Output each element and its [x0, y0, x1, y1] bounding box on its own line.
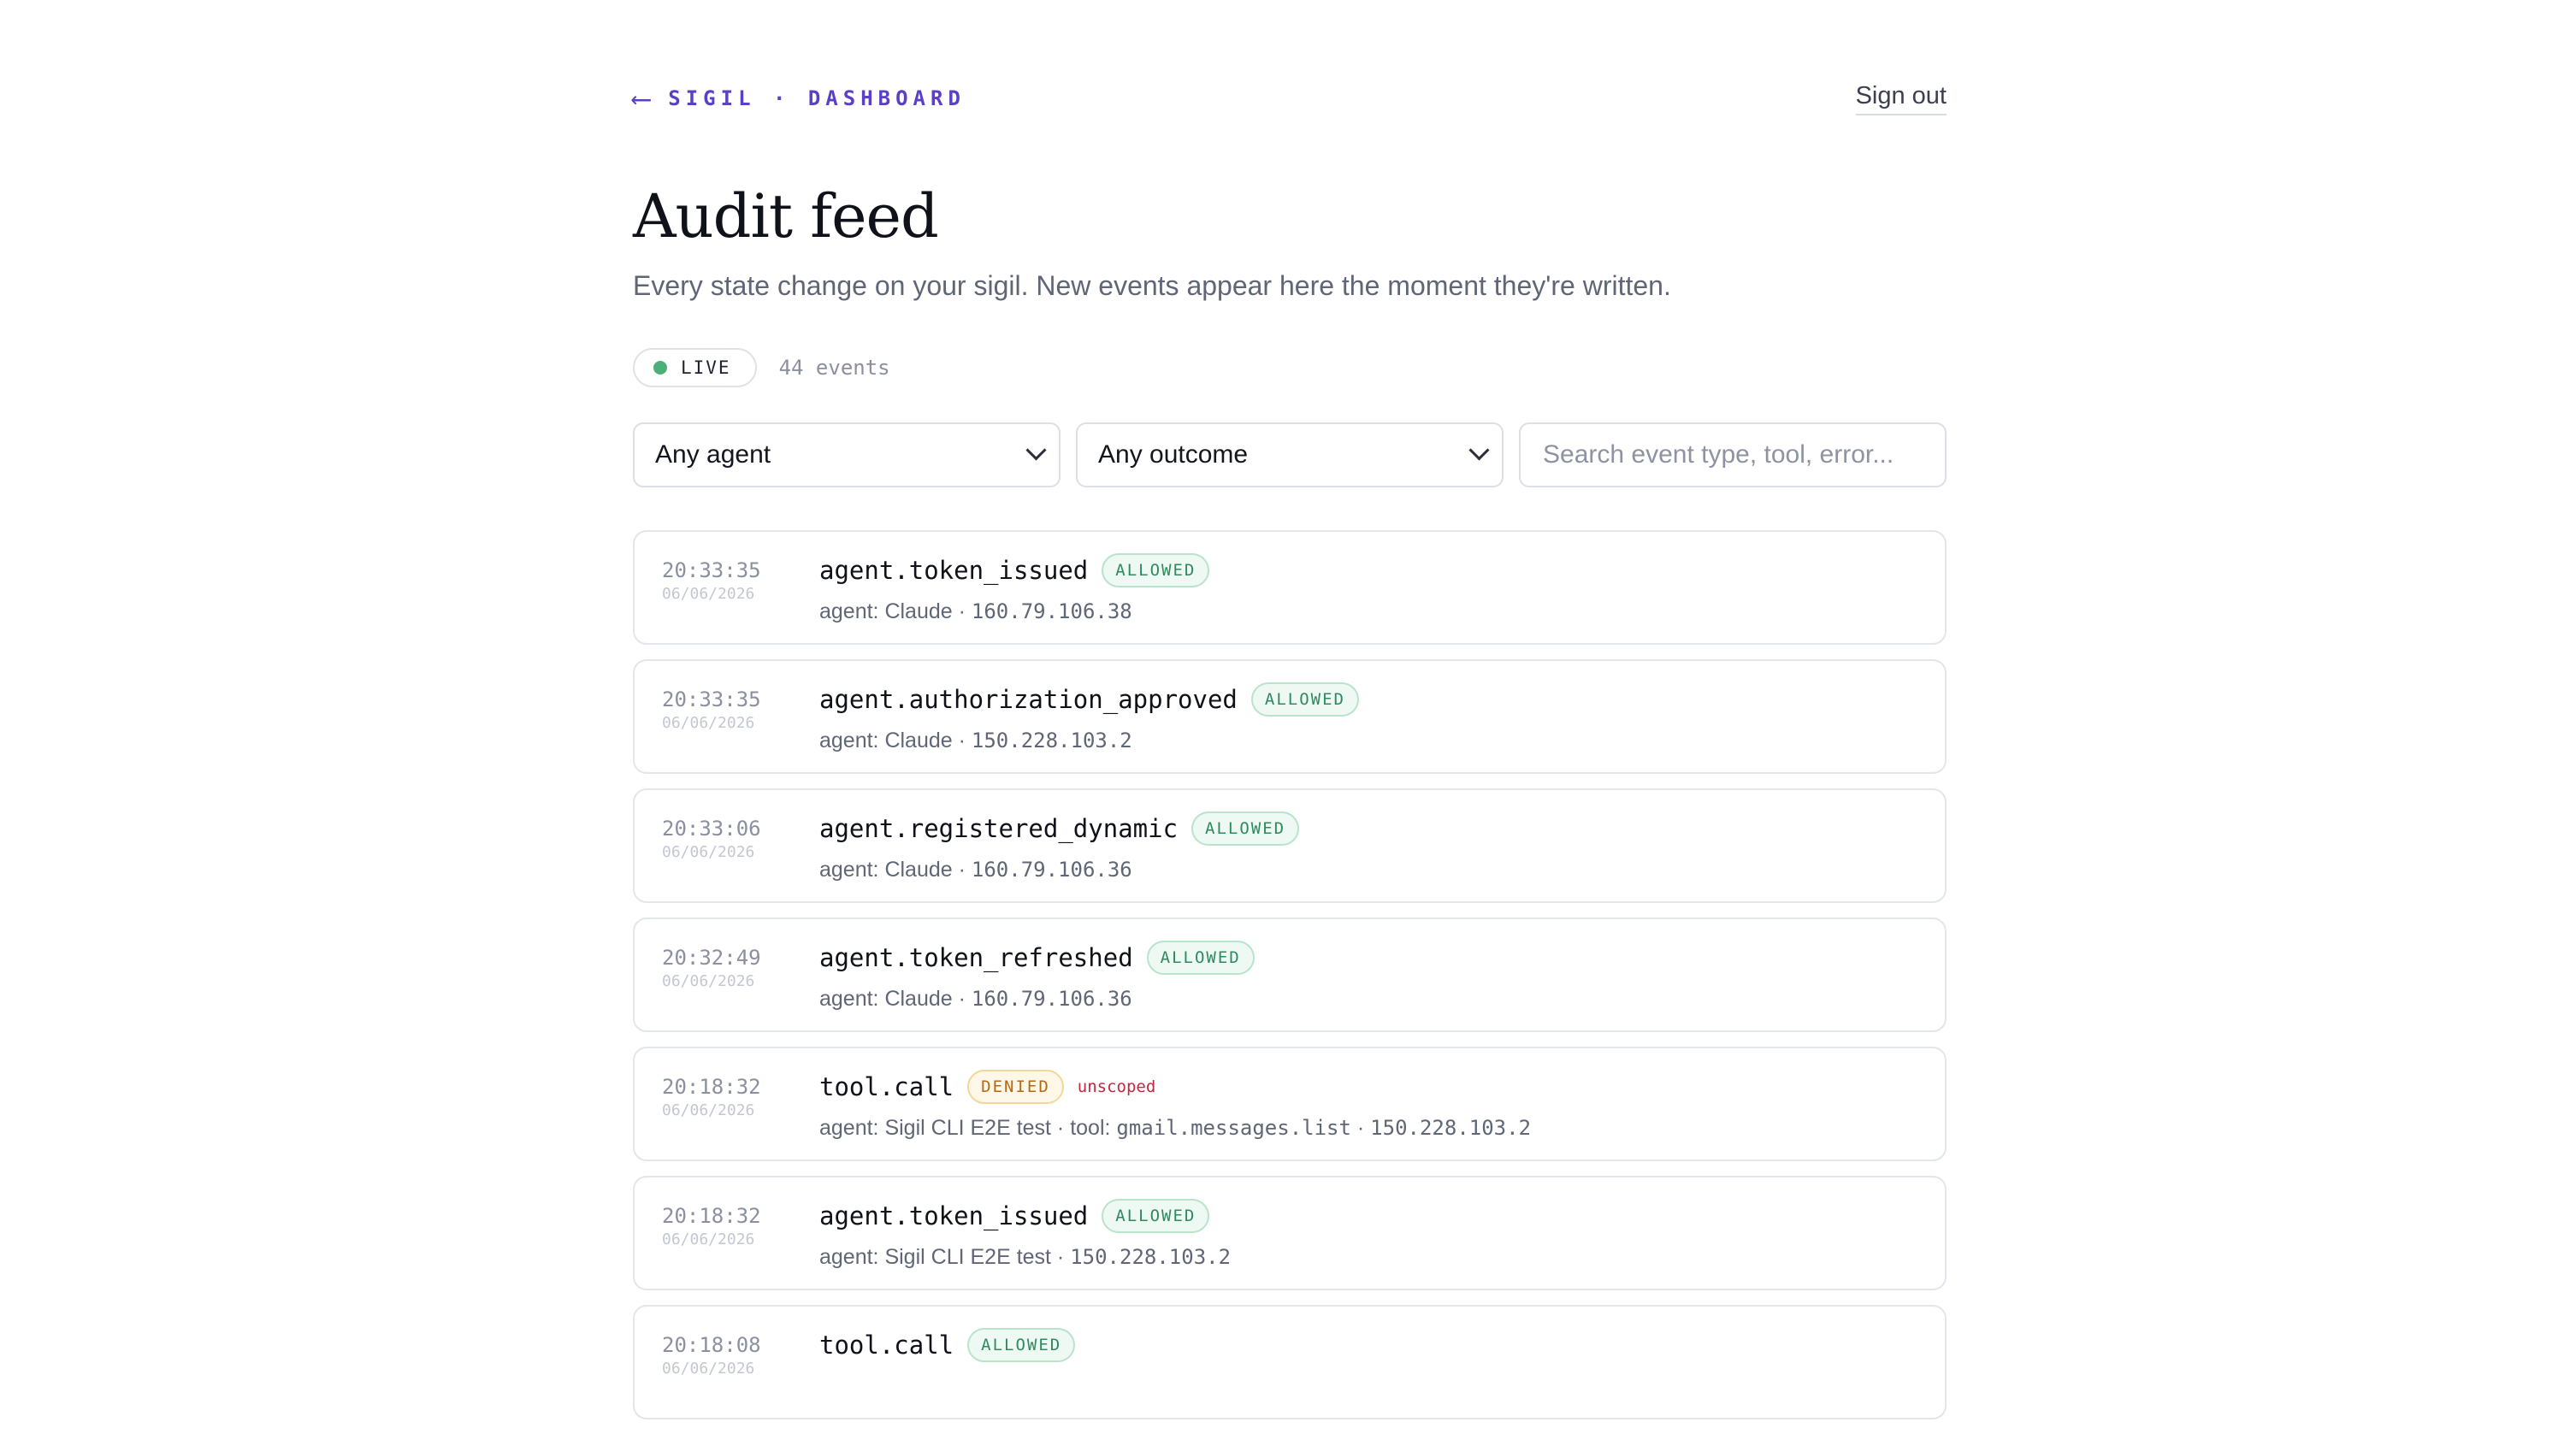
- page-title: Audit feed: [633, 181, 939, 251]
- search-input[interactable]: [1541, 440, 1924, 470]
- back-to-dashboard-link[interactable]: ⟵ SIGIL · DASHBOARD: [633, 82, 966, 115]
- event-agent: agent: Claude: [819, 599, 953, 623]
- event-date: 06/06/2026: [662, 1101, 755, 1119]
- event-feed: 20:33:35 06/06/2026 agent.token_issued A…: [633, 530, 1947, 1434]
- live-status-row: LIVE 44 events: [633, 347, 890, 388]
- event-type: tool.call: [819, 1072, 954, 1101]
- chevron-down-icon: [1468, 440, 1490, 461]
- outcome-filter-value: Any outcome: [1098, 440, 1249, 469]
- event-tool-prefix: tool:: [1070, 1116, 1117, 1140]
- live-dot-icon: [653, 361, 667, 375]
- event-tool: gmail.messages.list: [1116, 1116, 1351, 1140]
- chevron-down-icon: [1025, 440, 1047, 461]
- event-ip: 150.228.103.2: [1070, 1245, 1232, 1269]
- outcome-badge: ALLOWED: [1102, 1199, 1210, 1233]
- event-agent: agent: Claude: [819, 987, 953, 1011]
- outcome-badge: ALLOWED: [1102, 553, 1210, 587]
- event-agent: agent: Sigil CLI E2E test: [819, 1116, 1051, 1140]
- event-ip: 160.79.106.36: [971, 858, 1132, 882]
- event-type: tool.call: [819, 1331, 954, 1360]
- event-row[interactable]: 20:18:08 06/06/2026 tool.call ALLOWED: [633, 1305, 1947, 1419]
- back-link-label: SIGIL · DASHBOARD: [668, 86, 966, 110]
- event-meta: agent: Sigil CLI E2E test · 150.228.103.…: [819, 1245, 1232, 1269]
- event-time: 20:33:06: [662, 817, 761, 841]
- event-date: 06/06/2026: [662, 843, 755, 861]
- outcome-badge: ALLOWED: [967, 1328, 1076, 1362]
- event-header: agent.token_issued ALLOWED: [819, 1196, 1210, 1236]
- event-type: agent.authorization_approved: [819, 685, 1238, 714]
- event-row[interactable]: 20:33:35 06/06/2026 agent.token_issued A…: [633, 530, 1947, 645]
- event-ip: 160.79.106.36: [971, 987, 1132, 1011]
- event-time: 20:32:49: [662, 946, 761, 970]
- event-meta: agent: Claude · 160.79.106.36: [819, 858, 1132, 882]
- event-row[interactable]: 20:18:32 06/06/2026 tool.call DENIED uns…: [633, 1047, 1947, 1161]
- event-row[interactable]: 20:32:49 06/06/2026 agent.token_refreshe…: [633, 918, 1947, 1032]
- event-time: 20:33:35: [662, 687, 761, 711]
- event-type: agent.token_issued: [819, 1201, 1089, 1230]
- outcome-filter-select[interactable]: Any outcome: [1076, 422, 1504, 487]
- event-row[interactable]: 20:33:35 06/06/2026 agent.authorization_…: [633, 659, 1947, 774]
- filter-bar: Any agent Any outcome: [633, 422, 1947, 487]
- event-date: 06/06/2026: [662, 1230, 755, 1248]
- event-time: 20:18:08: [662, 1333, 761, 1357]
- event-meta: agent: Claude · 150.228.103.2: [819, 729, 1132, 752]
- search-field[interactable]: [1519, 422, 1947, 487]
- event-meta: agent: Claude · 160.79.106.38: [819, 599, 1132, 623]
- denial-reason: unscoped: [1077, 1077, 1156, 1096]
- event-date: 06/06/2026: [662, 714, 755, 732]
- event-ip: 150.228.103.2: [1370, 1116, 1532, 1140]
- event-time: 20:18:32: [662, 1075, 761, 1099]
- top-bar: ⟵ SIGIL · DASHBOARD Sign out: [633, 82, 1947, 116]
- event-ip: 150.228.103.2: [971, 729, 1132, 752]
- event-agent: agent: Claude: [819, 858, 953, 882]
- page-subtitle: Every state change on your sigil. New ev…: [633, 270, 1671, 301]
- event-time: 20:33:35: [662, 558, 761, 582]
- event-meta: agent: Claude · 160.79.106.36: [819, 987, 1132, 1011]
- event-row[interactable]: 20:33:06 06/06/2026 agent.registered_dyn…: [633, 788, 1947, 903]
- sign-out-link[interactable]: Sign out: [1855, 82, 1947, 115]
- event-header: agent.authorization_approved ALLOWED: [819, 680, 1359, 719]
- agent-filter-select[interactable]: Any agent: [633, 422, 1061, 487]
- event-header: agent.token_refreshed ALLOWED: [819, 938, 1255, 977]
- event-date: 06/06/2026: [662, 1360, 755, 1378]
- event-header: tool.call DENIED unscoped: [819, 1067, 1155, 1106]
- live-badge: LIVE: [633, 348, 757, 387]
- agent-filter-value: Any agent: [655, 440, 771, 469]
- event-agent: agent: Sigil CLI E2E test: [819, 1245, 1051, 1269]
- outcome-badge: ALLOWED: [1191, 811, 1300, 846]
- event-agent: agent: Claude: [819, 729, 953, 752]
- event-type: agent.token_refreshed: [819, 943, 1133, 972]
- event-row[interactable]: 20:18:32 06/06/2026 agent.token_issued A…: [633, 1176, 1947, 1290]
- back-arrow-icon: ⟵: [633, 82, 650, 115]
- event-type: agent.registered_dynamic: [819, 814, 1179, 843]
- live-label: LIVE: [681, 357, 731, 378]
- outcome-badge: DENIED: [967, 1070, 1064, 1104]
- event-date: 06/06/2026: [662, 972, 755, 990]
- event-count: 44 events: [778, 356, 890, 380]
- outcome-badge: ALLOWED: [1146, 941, 1255, 975]
- event-ip: 160.79.106.38: [971, 599, 1132, 623]
- outcome-badge: ALLOWED: [1250, 682, 1359, 717]
- event-meta: agent: Sigil CLI E2E test · tool: gmail.…: [819, 1116, 1532, 1140]
- event-header: agent.registered_dynamic ALLOWED: [819, 809, 1300, 848]
- event-date: 06/06/2026: [662, 585, 755, 603]
- event-header: tool.call ALLOWED: [819, 1325, 1076, 1365]
- event-time: 20:18:32: [662, 1204, 761, 1228]
- event-type: agent.token_issued: [819, 556, 1089, 585]
- event-header: agent.token_issued ALLOWED: [819, 551, 1210, 590]
